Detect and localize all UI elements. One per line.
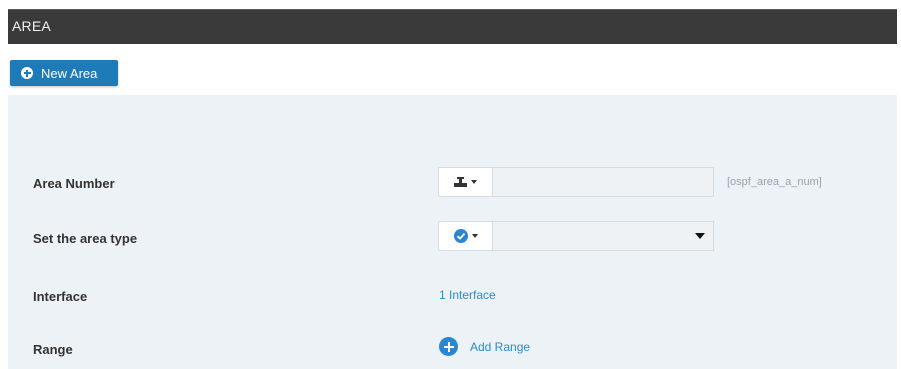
add-range-icon[interactable] [439,337,458,356]
add-range-link[interactable]: Add Range [470,340,530,354]
area-type-label: Set the area type [33,231,138,246]
chevron-down-icon [471,180,477,184]
pipeline-icon [454,176,467,187]
new-area-button-label: New Area [41,65,98,81]
plus-circle-icon [21,67,33,79]
area-type-addon-dropdown[interactable] [438,221,493,251]
area-number-addon-dropdown[interactable] [438,167,493,197]
page: AREA New Area Area Number [ospf_area_a_n… [0,0,901,369]
caret-down-icon [695,233,705,239]
check-circle-icon [453,229,468,243]
interface-link[interactable]: 1 Interface [439,288,496,302]
chevron-down-icon [471,234,478,238]
area-number-input[interactable] [493,167,714,197]
section-title: AREA [12,18,51,34]
area-form: Area Number [ospf_area_a_num] Set the ar… [8,95,897,369]
area-type-select[interactable] [493,221,714,251]
section-header: AREA [8,9,897,44]
area-number-label: Area Number [33,176,115,191]
range-label: Range [33,342,73,357]
interface-label: Interface [33,289,88,304]
area-number-hint: [ospf_area_a_num] [727,176,822,188]
new-area-button[interactable]: New Area [10,60,118,86]
